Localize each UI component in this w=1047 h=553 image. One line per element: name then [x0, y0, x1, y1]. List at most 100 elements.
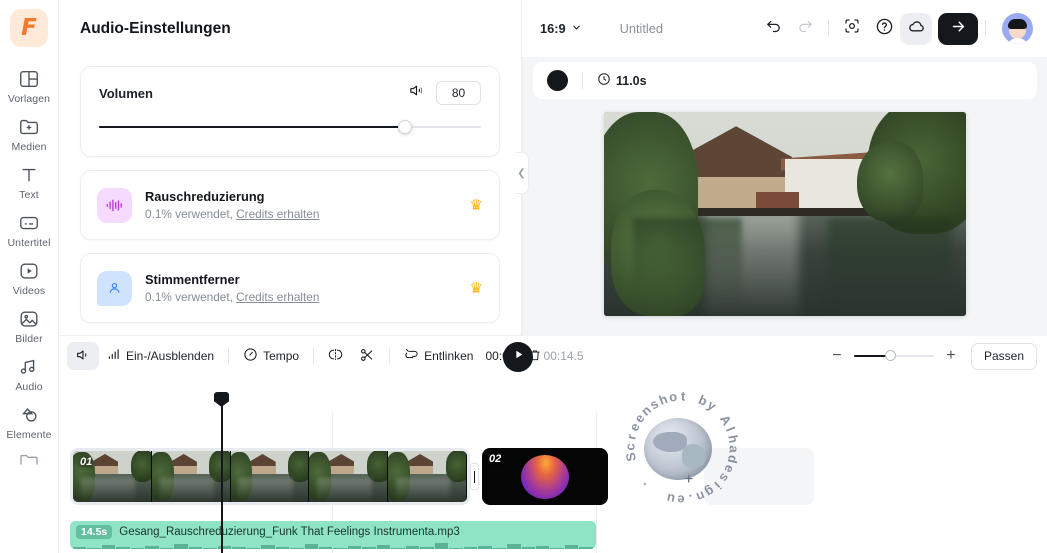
left-sidebar: F Vorlagen Medien Text Untertitel Videos [0, 0, 59, 553]
table-row[interactable]: 02 [482, 448, 608, 505]
toolbar-divider [828, 20, 829, 37]
clip-number: 02 [489, 453, 502, 465]
redo-button[interactable] [789, 13, 821, 45]
avatar[interactable] [1002, 13, 1033, 44]
feature-stimmentferner[interactable]: Stimmentferner 0.1% verwendet, Credits e… [80, 253, 500, 323]
toolbar-divider [313, 348, 315, 364]
filmstrip-thumbnails [73, 451, 467, 502]
export-button[interactable] [938, 12, 978, 45]
timeline-tracks[interactable]: 01 02 + 14.5s Gesang_Rauschreduzierung_F… [59, 376, 1047, 553]
fade-tool[interactable]: Ein-/Ausblenden [99, 342, 222, 370]
panel-collapse-button[interactable]: ❮ [515, 152, 529, 194]
usage-text: 0.1% verwendet, [145, 290, 237, 304]
credits-link[interactable]: Credits erhalten [236, 290, 319, 304]
cloud-save-button[interactable] [900, 12, 932, 45]
audio-volume-tool[interactable] [67, 342, 99, 370]
header-divider [582, 72, 583, 89]
speed-tool[interactable]: Tempo [235, 342, 307, 370]
feature-rauschreduzierung[interactable]: Rauschreduzierung 0.1% verwendet, Credit… [80, 170, 500, 240]
sidebar-item-label: Elemente [6, 429, 52, 441]
clip-number: 01 [80, 456, 93, 468]
split-icon [328, 347, 343, 365]
app-logo-icon[interactable]: F [10, 9, 48, 47]
preview-area: 11.0s [522, 57, 1047, 336]
undo-button[interactable] [757, 13, 789, 45]
split-tool[interactable] [320, 342, 351, 370]
feature-usage: 0.1% verwendet, Credits erhalten [145, 290, 457, 304]
duration-value: 11.0s [616, 73, 647, 88]
project-name-field[interactable]: Untitled [620, 21, 663, 36]
feature-usage: 0.1% verwendet, Credits erhalten [145, 207, 457, 221]
templates-icon [18, 68, 40, 90]
zoom-handle[interactable] [884, 350, 896, 361]
feature-text: Rauschreduzierung 0.1% verwendet, Credit… [145, 189, 457, 221]
unlink-tool[interactable]: Entlinken [396, 342, 481, 370]
unlink-tool-label: Entlinken [424, 349, 474, 363]
text-icon [18, 164, 40, 186]
crown-icon: ♛ [469, 280, 483, 297]
add-clip-icon[interactable]: + [684, 471, 693, 489]
page-title: Audio-Einstellungen [80, 20, 231, 37]
undo-icon [765, 18, 782, 40]
top-toolbar: 16:9 Untitled [522, 0, 1047, 57]
waveform [70, 533, 596, 549]
sidebar-item-list: Vorlagen Medien Text Untertitel Videos B [0, 62, 58, 473]
chevron-down-icon [571, 20, 582, 38]
minus-icon[interactable]: − [826, 347, 848, 365]
fit-button[interactable]: Passen [970, 342, 1037, 370]
speed-gauge-icon [243, 347, 258, 365]
speaker-icon[interactable] [408, 82, 425, 104]
sidebar-item-videos[interactable]: Videos [0, 254, 58, 302]
video-preview-canvas[interactable] [604, 112, 966, 316]
plus-icon[interactable]: + [940, 347, 962, 365]
volume-row: Volumen 80 [99, 81, 481, 105]
time-readout: 00:07.2 00:14.5 [485, 348, 583, 365]
feature-text: Stimmentferner 0.1% verwendet, Credits e… [145, 272, 457, 304]
sidebar-item-elemente[interactable]: Elemente [0, 398, 58, 446]
sidebar-item-untertitel[interactable]: Untertitel [0, 206, 58, 254]
sidebar-item-label: Untertitel [7, 237, 51, 249]
toolbar-divider [985, 20, 986, 37]
slider-handle[interactable] [397, 120, 412, 134]
aspect-ratio-dropdown[interactable]: 16:9 [540, 20, 582, 38]
clip-trim-handle[interactable] [470, 463, 479, 490]
sidebar-item-audio[interactable]: Audio [0, 350, 58, 398]
sidebar-item-text[interactable]: Text [0, 158, 58, 206]
feature-title: Stimmentferner [145, 272, 240, 287]
volume-slider[interactable] [99, 120, 481, 134]
sidebar-item-medien[interactable]: Medien [0, 110, 58, 158]
play-button[interactable] [503, 342, 533, 372]
duration-display[interactable]: 11.0s [597, 72, 647, 89]
waveform-icon [97, 187, 132, 223]
zoom-controls: − + Passen [826, 342, 1037, 370]
zoom-slider[interactable] [853, 350, 934, 362]
credits-link[interactable]: Credits erhalten [236, 207, 319, 221]
unlink-icon [404, 347, 419, 365]
sidebar-item-label: Text [19, 189, 39, 201]
person-voice-icon [97, 270, 132, 306]
cut-tool[interactable] [351, 342, 383, 370]
fade-bars-icon [107, 348, 121, 365]
volume-card: Volumen 80 [80, 66, 500, 157]
more-folder-icon [18, 452, 40, 468]
audio-clip-primary[interactable]: 14.5s Gesang_Rauschreduzierung_Funk That… [70, 521, 596, 549]
sidebar-item-vorlagen[interactable]: Vorlagen [0, 62, 58, 110]
volume-label: Volumen [99, 85, 153, 101]
sidebar-item-label: Vorlagen [7, 93, 51, 105]
help-button[interactable] [868, 13, 900, 45]
screen-record-button[interactable] [836, 13, 868, 45]
table-row[interactable]: 01 [70, 448, 470, 505]
color-swatch-black[interactable] [547, 70, 568, 91]
sidebar-item-bilder[interactable]: Bilder [0, 302, 58, 350]
empty-track-slot[interactable] [704, 448, 814, 505]
sidebar-item-more[interactable] [0, 446, 58, 473]
playhead[interactable] [214, 392, 229, 553]
playhead-handle[interactable] [214, 392, 229, 407]
help-circle-icon [875, 17, 894, 41]
toolbar-divider [228, 348, 230, 364]
preview-scene-image [604, 112, 966, 316]
scissors-icon [359, 347, 375, 366]
media-folder-plus-icon [18, 116, 40, 138]
crown-icon: ♛ [469, 197, 483, 214]
volume-value-input[interactable]: 80 [436, 81, 481, 105]
